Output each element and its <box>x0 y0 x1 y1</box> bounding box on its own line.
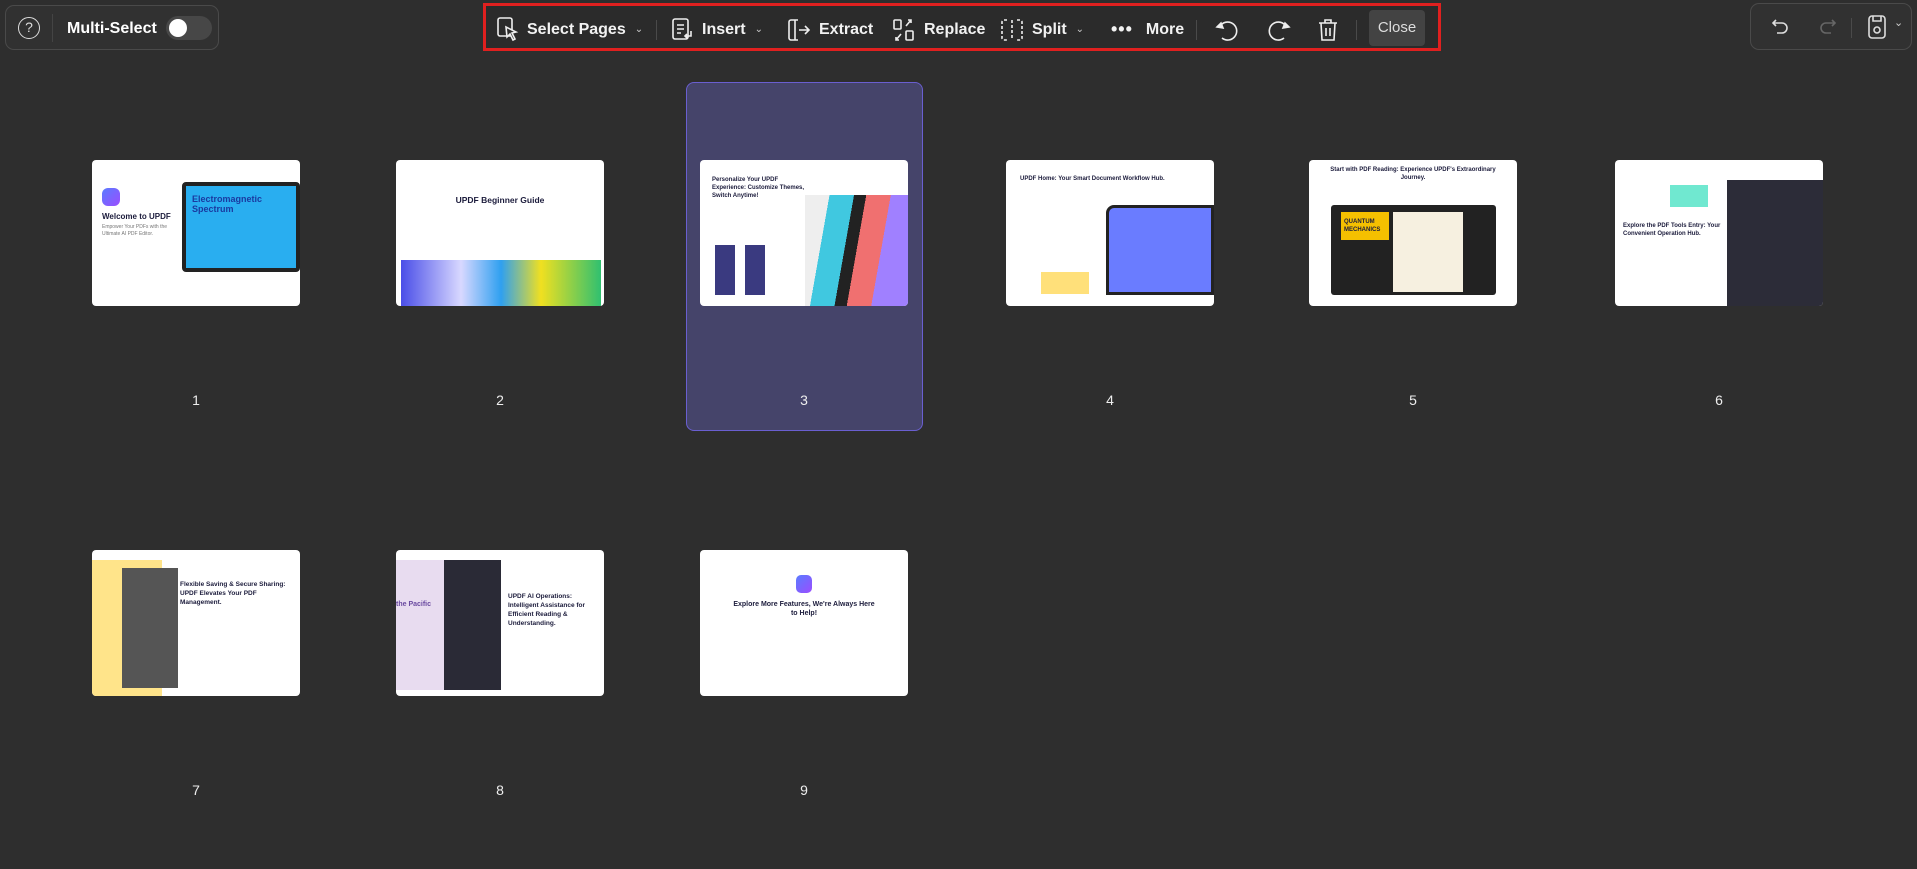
page-thumbnail-6[interactable]: Explore the PDF Tools Entry: Your Conven… <box>1615 160 1823 306</box>
insert-label: Insert <box>702 20 746 38</box>
page-thumbnail-3[interactable]: Personalize Your UPDF Experience: Custom… <box>700 160 908 306</box>
rotate-left-button[interactable] <box>1214 6 1240 53</box>
right-panel: ⌄ <box>1750 3 1912 50</box>
page-title: Explore More Features, We're Always Here… <box>733 601 875 617</box>
page-number-label: 1 <box>192 392 200 408</box>
page-title: Welcome to UPDF <box>102 212 171 221</box>
page-title: UPDF AI Operations: Intelligent Assistan… <box>508 593 586 627</box>
split-label: Split <box>1032 20 1067 38</box>
page-illustration <box>1106 205 1214 295</box>
save-icon[interactable] <box>1866 14 1888 40</box>
chevron-down-icon: ⌄ <box>1075 24 1085 35</box>
replace-button[interactable]: Replace <box>891 6 985 53</box>
divider <box>52 14 53 42</box>
page-subtitle: Empower Your PDFs with the Ultimate AI P… <box>102 224 168 237</box>
divider <box>656 20 657 40</box>
page-title: Flexible Saving & Secure Sharing: UPDF E… <box>180 581 286 606</box>
page-number-label: 4 <box>1106 392 1114 408</box>
page-toolbar: Select Pages ⌄ Insert ⌄ Extract Replace Sp… <box>483 3 1441 51</box>
close-button[interactable]: Close <box>1369 10 1425 46</box>
page-illustration <box>805 195 908 306</box>
chevron-down-icon: ⌄ <box>634 24 644 35</box>
page-number-label: 2 <box>496 392 504 408</box>
more-button[interactable]: ••• More <box>1111 6 1184 53</box>
rotate-left-icon <box>1215 20 1238 41</box>
delete-button[interactable] <box>1316 6 1340 53</box>
split-button[interactable]: Split ⌄ <box>999 6 1084 53</box>
select-pages-icon <box>497 16 519 41</box>
page-illustration <box>715 245 765 295</box>
redo-icon[interactable] <box>1817 17 1837 37</box>
multi-select-toggle[interactable] <box>166 16 212 40</box>
chevron-down-icon: ⌄ <box>754 24 763 35</box>
page-number-label: 7 <box>192 782 200 798</box>
page-thumbnail-7[interactable]: Flexible Saving & Secure Sharing: UPDF E… <box>92 550 300 696</box>
save-options-chevron-icon[interactable]: ⌄ <box>1894 16 1903 29</box>
toggle-knob <box>169 19 187 37</box>
extract-icon <box>788 18 811 41</box>
divider <box>1356 20 1357 40</box>
page-illustration <box>1727 180 1823 306</box>
page-illustration <box>102 188 120 206</box>
multi-select-label: Multi-Select <box>67 20 157 37</box>
page-number-label: 6 <box>1715 392 1723 408</box>
page-thumbnail-2[interactable]: UPDF Beginner Guide <box>396 160 604 306</box>
page-number-label: 5 <box>1409 392 1417 408</box>
page-title: Personalize Your UPDF Experience: Custom… <box>712 177 805 199</box>
divider <box>1851 18 1852 38</box>
page-number-label: 9 <box>800 782 808 798</box>
rotate-right-icon <box>1268 20 1291 41</box>
help-button[interactable]: ? <box>18 17 40 39</box>
page-illustration <box>122 568 178 688</box>
undo-icon[interactable] <box>1771 17 1791 37</box>
extract-button[interactable]: Extract <box>786 6 873 53</box>
page-number-label: 3 <box>800 392 808 408</box>
page-art-text: the Pacific <box>396 601 432 608</box>
divider <box>1196 20 1197 40</box>
question-circle-icon: ? <box>25 19 33 35</box>
insert-button[interactable]: Insert ⌄ <box>671 6 763 53</box>
left-panel: ? Multi-Select <box>5 5 219 50</box>
page-thumbnail-9[interactable]: Explore More Features, We're Always Here… <box>700 550 908 696</box>
page-thumbnail-1[interactable]: Electromagnetic Spectrum Welcome to UPDF E… <box>92 160 300 306</box>
extract-label: Extract <box>819 20 874 38</box>
select-pages-label: Select Pages <box>527 20 626 38</box>
rotate-right-button[interactable] <box>1266 6 1292 53</box>
page-illustration <box>401 260 601 306</box>
page-title: Explore the PDF Tools Entry: Your Conven… <box>1623 223 1721 237</box>
replace-icon <box>893 18 914 41</box>
split-icon <box>1001 18 1023 41</box>
trash-icon <box>1319 18 1337 41</box>
page-art-text: Electromagnetic Spectrum <box>192 194 263 214</box>
page-thumbnail-8[interactable]: the Pacific UPDF AI Operations: Intellige… <box>396 550 604 696</box>
select-pages-button[interactable]: Select Pages ⌄ <box>496 6 643 53</box>
page-title: Start with PDF Reading: Experience UPDF'… <box>1330 167 1496 181</box>
page-thumbnail-4[interactable]: UPDF Home: Your Smart Document Workflow … <box>1006 160 1214 306</box>
more-dots-icon: ••• <box>1111 19 1133 39</box>
page-title: UPDF Home: Your Smart Document Workflow … <box>1020 176 1165 182</box>
page-number-label: 8 <box>496 782 504 798</box>
insert-icon <box>672 17 692 40</box>
page-illustration <box>1041 272 1089 294</box>
page-title: UPDF Beginner Guide <box>455 195 545 205</box>
replace-label: Replace <box>924 20 986 38</box>
page-illustration <box>796 575 812 593</box>
page-illustration <box>1670 185 1708 207</box>
page-thumbnail-5[interactable]: QUANTUM MECHANICS Start with PDF Reading:… <box>1309 160 1517 306</box>
page-art-text: QUANTUM MECHANICS <box>1344 219 1381 233</box>
page-illustration <box>444 560 501 690</box>
page-illustration <box>1393 212 1463 292</box>
more-label: More <box>1145 20 1185 38</box>
